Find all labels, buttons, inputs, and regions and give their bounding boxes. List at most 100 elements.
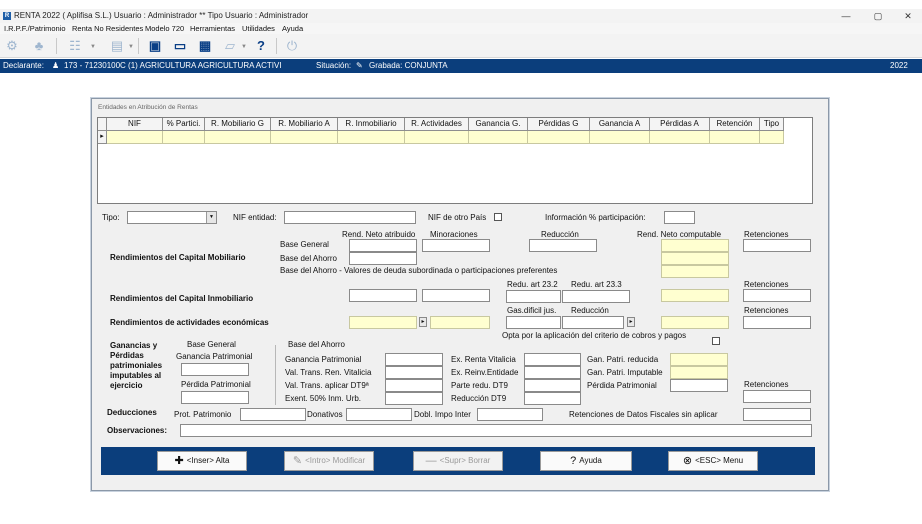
cell[interactable] bbox=[405, 131, 469, 144]
calculator-icon[interactable]: ▦ bbox=[196, 37, 214, 55]
rci-retenciones-input[interactable] bbox=[743, 289, 811, 302]
cell[interactable] bbox=[650, 131, 710, 144]
alta-button[interactable]: ✚ <Inser> Alta bbox=[157, 451, 247, 471]
info-participacion-input[interactable] bbox=[664, 211, 695, 224]
gp-ganancia-ahorro-input[interactable] bbox=[385, 353, 443, 366]
rae-gas-dificil-input[interactable] bbox=[506, 316, 561, 329]
network-icon[interactable]: ☷ bbox=[66, 37, 84, 55]
rcm-retenciones-input[interactable] bbox=[743, 239, 811, 252]
menu-button[interactable]: ⊗ <ESC> Menu bbox=[668, 451, 758, 471]
dobl-impo-inter-input[interactable] bbox=[477, 408, 543, 421]
menu-irpf[interactable]: I.R.P.F./Patrimonio bbox=[4, 24, 66, 33]
power-icon[interactable]: ⏻ bbox=[283, 37, 301, 55]
cell[interactable] bbox=[469, 131, 528, 144]
maximize-button[interactable]: ▢ bbox=[868, 10, 888, 22]
rci-redu-23-2-input[interactable] bbox=[506, 290, 561, 303]
cell[interactable] bbox=[338, 131, 405, 144]
cell[interactable] bbox=[710, 131, 760, 144]
rae-detail-button[interactable]: ▸ bbox=[419, 317, 427, 327]
cell[interactable] bbox=[205, 131, 271, 144]
chevron-down-icon[interactable]: ▼ bbox=[206, 212, 216, 223]
cell[interactable] bbox=[107, 131, 163, 144]
menu-utilidades[interactable]: Utilidades bbox=[242, 24, 275, 33]
rae-minoraciones-input[interactable] bbox=[430, 316, 490, 329]
folder-icon[interactable]: ▱ bbox=[221, 37, 239, 55]
declarant-label: Declarante: bbox=[3, 61, 44, 70]
rcm-minoraciones-input[interactable] bbox=[422, 239, 490, 252]
prot-patrimonio-input[interactable] bbox=[240, 408, 306, 421]
help-icon[interactable]: ? bbox=[252, 37, 270, 55]
minimize-button[interactable]: — bbox=[836, 10, 856, 22]
monitor-icon[interactable]: ▭ bbox=[171, 37, 189, 55]
col-ganancia-g[interactable]: Ganancia G. bbox=[469, 118, 528, 131]
chevron-down-icon[interactable]: ▼ bbox=[128, 44, 134, 50]
ex-reinv-entidade-input[interactable] bbox=[524, 366, 581, 379]
menu-bar: I.R.P.F./Patrimonio Renta No Residentes … bbox=[0, 23, 922, 34]
rae-retenciones-input[interactable] bbox=[743, 316, 811, 329]
val-trans-ren-vitalicia-label: Val. Trans. Ren. Vitalicia bbox=[285, 368, 372, 377]
cell[interactable] bbox=[590, 131, 650, 144]
col-participacion[interactable]: % Partici. bbox=[163, 118, 205, 131]
gas-dificil-label: Gas.dificil jus. bbox=[507, 306, 557, 315]
perdida-patrimonial-ahorro-label: Pérdida Patrimonial bbox=[587, 381, 657, 390]
reduccion-dt9-input[interactable] bbox=[524, 392, 581, 405]
rae-rend-neto-input[interactable] bbox=[349, 316, 417, 329]
gp-retenciones-input[interactable] bbox=[743, 390, 811, 403]
rae-reduccion-button[interactable]: ▸ bbox=[627, 317, 635, 327]
val-trans-ren-vitalicia-input[interactable] bbox=[385, 366, 443, 379]
col-nif[interactable]: NIF bbox=[107, 118, 163, 131]
chevron-down-icon[interactable]: ▼ bbox=[241, 44, 247, 50]
modificar-button[interactable]: ✎ <Intro> Modificar bbox=[284, 451, 374, 471]
cell[interactable] bbox=[271, 131, 338, 144]
rcm-rend-neto-atribuido-input[interactable] bbox=[349, 239, 417, 252]
col-r-inmobiliario[interactable]: R. Inmobiliario bbox=[338, 118, 405, 131]
observaciones-input[interactable] bbox=[180, 424, 812, 437]
col-r-actividades[interactable]: R. Actividades bbox=[405, 118, 469, 131]
col-tipo[interactable]: Tipo bbox=[760, 118, 784, 131]
val-trans-dt9-input[interactable] bbox=[385, 379, 443, 392]
rae-reduccion-input[interactable] bbox=[562, 316, 624, 329]
parte-redu-dt9-input[interactable] bbox=[524, 379, 581, 392]
ex-renta-vitalicia-input[interactable] bbox=[524, 353, 581, 366]
table-row[interactable]: ▸ bbox=[98, 131, 784, 144]
cell[interactable] bbox=[760, 131, 784, 144]
rcm-base-ahorro-input[interactable] bbox=[349, 252, 417, 265]
menu-renta-no-residentes[interactable]: Renta No Residentes bbox=[72, 24, 143, 33]
base-ahorro-label: Base del Ahorro bbox=[280, 254, 337, 263]
cell[interactable] bbox=[528, 131, 590, 144]
ayuda-button[interactable]: ? Ayuda bbox=[540, 451, 632, 471]
menu-herramientas[interactable]: Herramientas bbox=[190, 24, 235, 33]
donativos-label: Donativos bbox=[307, 410, 343, 419]
col-ganancia-a[interactable]: Ganancia A bbox=[590, 118, 650, 131]
rci-minoraciones-input[interactable] bbox=[422, 289, 490, 302]
col-r-mobiliario-a[interactable]: R. Mobiliario A bbox=[271, 118, 338, 131]
gp-ganancia-general-input[interactable] bbox=[181, 363, 249, 376]
retenciones-datos-fiscales-input[interactable] bbox=[743, 408, 811, 421]
borrar-button[interactable]: — <Supr> Borrar bbox=[413, 451, 503, 471]
irpf-icon[interactable]: ⚙ bbox=[3, 37, 21, 55]
col-perdidas-a[interactable]: Pérdidas A bbox=[650, 118, 710, 131]
donativos-input[interactable] bbox=[346, 408, 412, 421]
nif-otro-pais-checkbox[interactable] bbox=[494, 213, 502, 221]
rcm-reduccion-input[interactable] bbox=[529, 239, 597, 252]
gp-perdida-general-input[interactable] bbox=[181, 391, 249, 404]
col-retencion[interactable]: Retención bbox=[710, 118, 760, 131]
entities-grid[interactable]: NIF % Partici. R. Mobiliario G R. Mobili… bbox=[97, 117, 813, 204]
menu-modelo-720[interactable]: Modelo 720 bbox=[145, 24, 184, 33]
col-r-mobiliario-g[interactable]: R. Mobiliario G bbox=[205, 118, 271, 131]
opta-criterio-checkbox[interactable] bbox=[712, 337, 720, 345]
cell[interactable] bbox=[163, 131, 205, 144]
rci-redu-23-3-input[interactable] bbox=[562, 290, 630, 303]
people-icon[interactable]: ♣ bbox=[30, 37, 48, 55]
document-icon[interactable]: ▤ bbox=[108, 37, 126, 55]
menu-ayuda[interactable]: Ayuda bbox=[282, 24, 303, 33]
calendar-icon[interactable]: ▣ bbox=[146, 37, 164, 55]
nif-entidad-input[interactable] bbox=[284, 211, 416, 224]
close-button[interactable]: ✕ bbox=[898, 10, 918, 22]
tipo-select[interactable]: ▼ bbox=[127, 211, 217, 224]
chevron-down-icon[interactable]: ▼ bbox=[90, 44, 96, 50]
rci-rend-neto-input[interactable] bbox=[349, 289, 417, 302]
col-perdidas-g[interactable]: Pérdidas G bbox=[528, 118, 590, 131]
exent-50-input[interactable] bbox=[385, 392, 443, 405]
perdida-patrimonial-ahorro-input[interactable] bbox=[670, 379, 728, 392]
